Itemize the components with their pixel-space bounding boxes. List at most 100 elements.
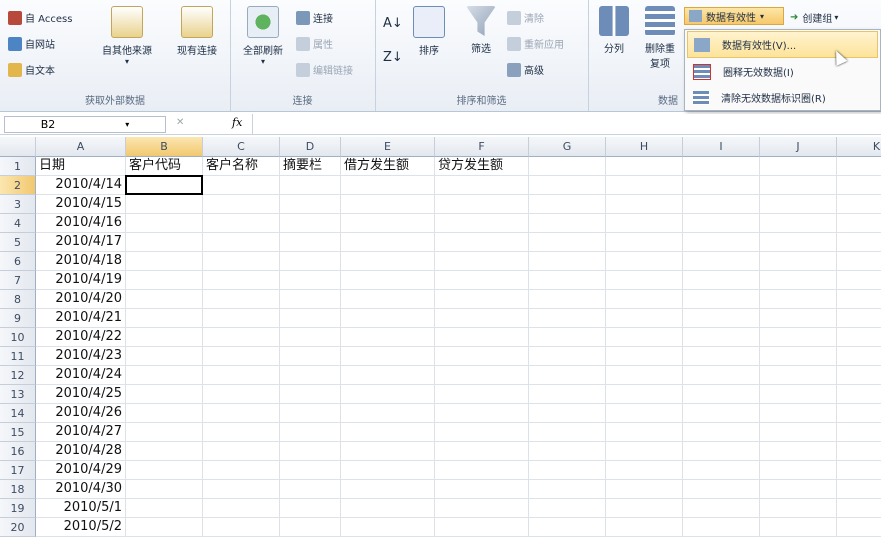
column-header-f[interactable]: F [435,137,529,157]
cell-g13[interactable] [529,385,606,404]
cell-i20[interactable] [683,518,760,537]
cell-k5[interactable] [837,233,881,252]
row-header[interactable]: 13 [0,385,36,404]
row-header[interactable]: 5 [0,233,36,252]
cell-i18[interactable] [683,480,760,499]
cell-d14[interactable] [280,404,341,423]
cell-a11[interactable]: 2010/4/23 [36,347,126,366]
cell-e9[interactable] [341,309,435,328]
clear-filter-button[interactable]: 清除 [507,10,544,25]
cell-h6[interactable] [606,252,683,271]
cell-g9[interactable] [529,309,606,328]
cell-i15[interactable] [683,423,760,442]
row-header[interactable]: 11 [0,347,36,366]
cell-e15[interactable] [341,423,435,442]
cell-a20[interactable]: 2010/5/2 [36,518,126,537]
fx-icon[interactable]: fx [232,116,242,129]
cell-a15[interactable]: 2010/4/27 [36,423,126,442]
cell-a4[interactable]: 2010/4/16 [36,214,126,233]
cell-j20[interactable] [760,518,837,537]
cell-j16[interactable] [760,442,837,461]
cell-c8[interactable] [203,290,280,309]
cell-a18[interactable]: 2010/4/30 [36,480,126,499]
cell-c4[interactable] [203,214,280,233]
row-header[interactable]: 12 [0,366,36,385]
cell-g1[interactable] [529,157,606,176]
cell-i16[interactable] [683,442,760,461]
cell-b9[interactable] [126,309,203,328]
cell-e12[interactable] [341,366,435,385]
cell-h10[interactable] [606,328,683,347]
row-header[interactable]: 17 [0,461,36,480]
cell-h3[interactable] [606,195,683,214]
properties-button[interactable]: 属性 [296,36,333,51]
cell-b11[interactable] [126,347,203,366]
cell-a12[interactable]: 2010/4/24 [36,366,126,385]
row-header[interactable]: 19 [0,499,36,518]
cell-d1[interactable]: 摘要栏 [280,157,341,176]
cell-b3[interactable] [126,195,203,214]
cell-h8[interactable] [606,290,683,309]
cell-f11[interactable] [435,347,529,366]
cell-k11[interactable] [837,347,881,366]
cell-g2[interactable] [529,176,606,195]
cell-a3[interactable]: 2010/4/15 [36,195,126,214]
cell-i9[interactable] [683,309,760,328]
cell-g19[interactable] [529,499,606,518]
cell-d19[interactable] [280,499,341,518]
cell-a2[interactable]: 2010/4/14 [36,176,126,195]
cell-f13[interactable] [435,385,529,404]
cell-f14[interactable] [435,404,529,423]
cell-e1[interactable]: 借方发生额 [341,157,435,176]
cell-i4[interactable] [683,214,760,233]
cell-j18[interactable] [760,480,837,499]
cell-b1[interactable]: 客户代码 [126,157,203,176]
cell-h13[interactable] [606,385,683,404]
cell-i6[interactable] [683,252,760,271]
cell-b16[interactable] [126,442,203,461]
cell-g6[interactable] [529,252,606,271]
cell-c5[interactable] [203,233,280,252]
cell-c20[interactable] [203,518,280,537]
cell-h1[interactable] [606,157,683,176]
cell-f15[interactable] [435,423,529,442]
cell-i11[interactable] [683,347,760,366]
cell-c10[interactable] [203,328,280,347]
data-validation-button[interactable]: 数据有效性 ▾ [684,7,784,25]
cell-b18[interactable] [126,480,203,499]
cell-j9[interactable] [760,309,837,328]
cell-k10[interactable] [837,328,881,347]
cell-c15[interactable] [203,423,280,442]
cell-i5[interactable] [683,233,760,252]
refresh-all-button[interactable]: 全部刷新 ▾ [234,6,292,66]
advanced-filter-button[interactable]: 高级 [507,62,544,77]
row-header[interactable]: 3 [0,195,36,214]
cell-k1[interactable] [837,157,881,176]
cell-e20[interactable] [341,518,435,537]
cell-h19[interactable] [606,499,683,518]
cell-i10[interactable] [683,328,760,347]
cell-j7[interactable] [760,271,837,290]
cell-k9[interactable] [837,309,881,328]
cell-a19[interactable]: 2010/5/1 [36,499,126,518]
cell-g10[interactable] [529,328,606,347]
cell-d17[interactable] [280,461,341,480]
cell-c12[interactable] [203,366,280,385]
cell-d6[interactable] [280,252,341,271]
cell-j3[interactable] [760,195,837,214]
cell-e18[interactable] [341,480,435,499]
filter-button[interactable]: 筛选 [461,6,501,55]
cell-b13[interactable] [126,385,203,404]
cell-i17[interactable] [683,461,760,480]
cell-b20[interactable] [126,518,203,537]
cell-d15[interactable] [280,423,341,442]
cell-f16[interactable] [435,442,529,461]
cell-f1[interactable]: 贷方发生额 [435,157,529,176]
cell-b10[interactable] [126,328,203,347]
cell-d2[interactable] [280,176,341,195]
cell-g11[interactable] [529,347,606,366]
cell-g4[interactable] [529,214,606,233]
cell-c13[interactable] [203,385,280,404]
cell-k20[interactable] [837,518,881,537]
cell-d5[interactable] [280,233,341,252]
